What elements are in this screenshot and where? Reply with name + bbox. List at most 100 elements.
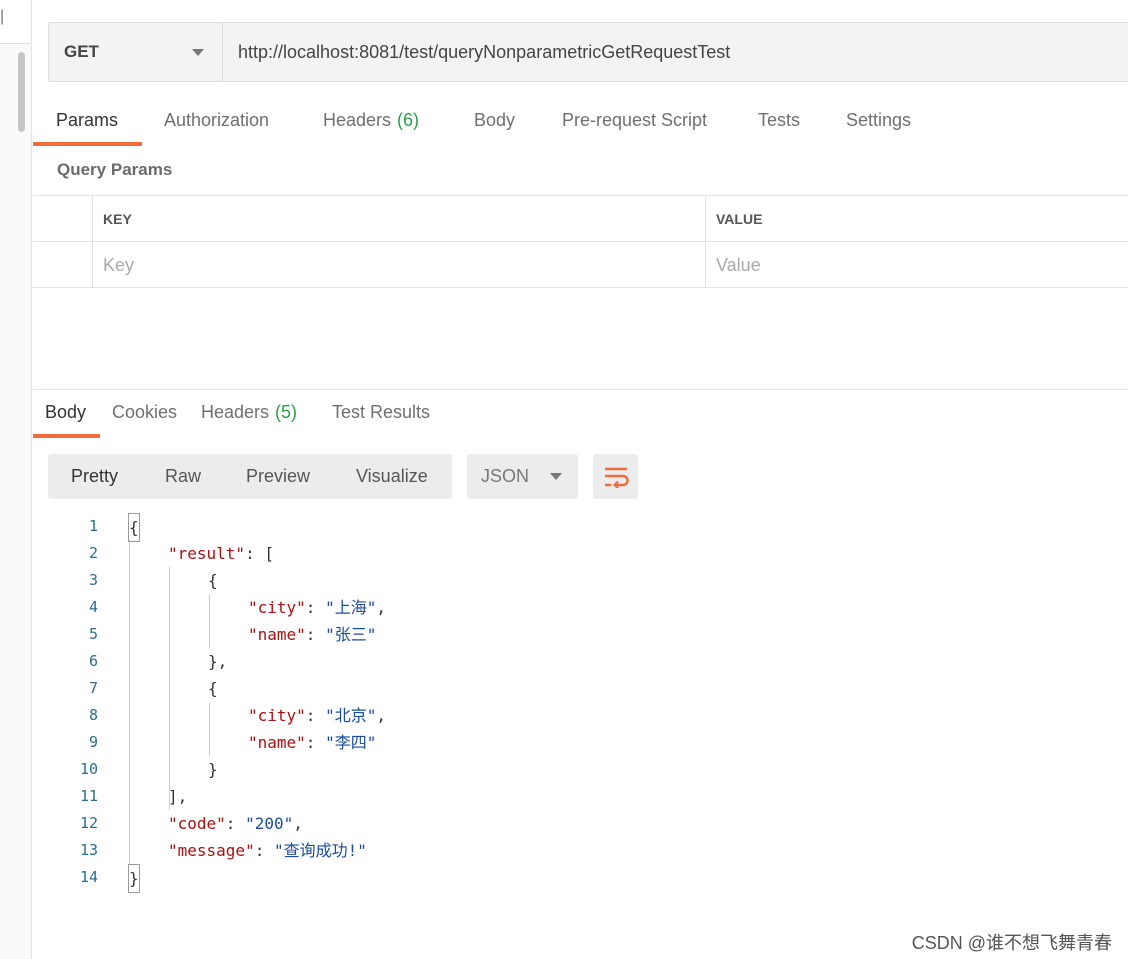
wrap-lines-button[interactable] bbox=[593, 454, 638, 499]
tab-cookies[interactable]: Cookies bbox=[112, 402, 177, 423]
json-key: "result" bbox=[168, 544, 246, 563]
line-number: 12 bbox=[79, 814, 98, 832]
line-number: 4 bbox=[88, 598, 98, 616]
wrap-lines-icon bbox=[604, 467, 629, 488]
tab-body[interactable]: Body bbox=[474, 110, 515, 131]
tab-label: Body bbox=[474, 110, 516, 130]
request-bar: GET http://localhost:8081/test/queryNonp… bbox=[48, 22, 1128, 82]
key-input[interactable]: Key bbox=[93, 242, 706, 288]
tab-label: Cookies bbox=[112, 402, 178, 422]
query-params-table: KEY VALUE Key Value bbox=[33, 195, 1128, 288]
table-row: Key Value bbox=[33, 242, 1128, 288]
method-select[interactable]: GET bbox=[49, 23, 223, 81]
tab-count-badge: (6) bbox=[397, 110, 420, 130]
format-select[interactable]: JSON bbox=[467, 454, 578, 499]
table-header-row: KEY VALUE bbox=[33, 196, 1128, 242]
method-label: GET bbox=[64, 42, 99, 61]
json-string: "北京" bbox=[325, 706, 377, 725]
pane-divider[interactable] bbox=[33, 389, 1128, 390]
tab-label: Settings bbox=[846, 110, 912, 130]
tab-params[interactable]: Params bbox=[56, 110, 118, 131]
value-placeholder: Value bbox=[716, 254, 761, 275]
json-key: "code" bbox=[168, 814, 226, 833]
checkbox-column-header bbox=[33, 196, 93, 242]
code-line: 5 "name": "张三" bbox=[48, 621, 1128, 648]
tab-label: Headers bbox=[201, 402, 270, 422]
code-line: 14} bbox=[48, 864, 1128, 893]
line-number: 14 bbox=[79, 868, 98, 886]
code-line: 2 "result": [ bbox=[48, 540, 1128, 567]
tab-test-results[interactable]: Test Results bbox=[332, 402, 430, 423]
json-key: "message" bbox=[168, 841, 255, 860]
code-token: : bbox=[305, 625, 326, 644]
tab-label: Tests bbox=[758, 110, 801, 130]
value-column-header: VALUE bbox=[706, 196, 1128, 242]
scrollbar-thumb[interactable] bbox=[18, 52, 25, 132]
code-line: 10} bbox=[48, 756, 1128, 783]
code-token: : [ bbox=[245, 544, 274, 563]
json-string: "查询成功!" bbox=[273, 841, 367, 860]
code-token: , bbox=[293, 814, 303, 833]
code-line: 1{ bbox=[48, 513, 1128, 542]
code-token: } bbox=[128, 864, 140, 893]
tab-tests[interactable]: Tests bbox=[758, 110, 800, 131]
code-line: 4 "city": "上海", bbox=[48, 594, 1128, 621]
code-line: 12 "code": "200", bbox=[48, 810, 1128, 837]
code-line: 11], bbox=[48, 783, 1128, 810]
line-number: 3 bbox=[88, 571, 98, 589]
watermark: CSDN @谁不想飞舞青春 bbox=[911, 933, 1112, 953]
line-number: 9 bbox=[88, 733, 98, 751]
code-token: : bbox=[225, 814, 246, 833]
line-number: 13 bbox=[79, 841, 98, 859]
code-line: 9 "name": "李四" bbox=[48, 729, 1128, 756]
tab-settings[interactable]: Settings bbox=[846, 110, 911, 131]
raw-button[interactable]: Raw bbox=[165, 466, 201, 487]
response-tabs: Body Cookies Headers (5) Test Results bbox=[33, 396, 1128, 440]
row-checkbox-cell[interactable] bbox=[33, 242, 93, 288]
response-body-editor[interactable]: 1{ 2 "result": [ 3{ 4 "city": "上海", 5 "name… bbox=[48, 513, 1128, 893]
tab-label: Params bbox=[56, 110, 119, 130]
line-number: 11 bbox=[79, 787, 98, 805]
line-number: 2 bbox=[88, 544, 98, 562]
code-line: 6}, bbox=[48, 648, 1128, 675]
visualize-button[interactable]: Visualize bbox=[356, 466, 428, 487]
tab-response-body[interactable]: Body bbox=[45, 402, 86, 423]
code-token: : bbox=[305, 706, 326, 725]
code-token: : bbox=[305, 733, 326, 752]
json-string: "张三" bbox=[325, 625, 377, 644]
code-line: 3{ bbox=[48, 567, 1128, 594]
code-token: : bbox=[254, 841, 274, 860]
tab-label: Authorization bbox=[164, 110, 270, 130]
url-input[interactable]: http://localhost:8081/test/queryNonparam… bbox=[223, 23, 730, 81]
json-key: "city" bbox=[248, 598, 306, 617]
tab-response-headers[interactable]: Headers (5) bbox=[201, 402, 297, 423]
tab-authorization[interactable]: Authorization bbox=[164, 110, 269, 131]
line-number: 6 bbox=[88, 652, 98, 670]
tab-headers[interactable]: Headers (6) bbox=[323, 110, 419, 131]
key-placeholder: Key bbox=[103, 254, 135, 275]
json-string: "200" bbox=[245, 814, 294, 833]
format-label: JSON bbox=[481, 466, 530, 486]
key-header-label: KEY bbox=[103, 211, 132, 227]
preview-button[interactable]: Preview bbox=[246, 466, 310, 487]
code-token: { bbox=[208, 679, 218, 698]
chevron-down-icon bbox=[550, 473, 562, 480]
value-input[interactable]: Value bbox=[706, 242, 1128, 288]
tab-label: Headers bbox=[323, 110, 392, 130]
code-token: }, bbox=[208, 652, 228, 671]
line-number: 1 bbox=[88, 517, 98, 535]
code-line: 13 "message": "查询成功!" bbox=[48, 837, 1128, 864]
json-key: "name" bbox=[248, 625, 306, 644]
code-token: , bbox=[376, 598, 386, 617]
code-token: , bbox=[376, 706, 386, 725]
query-params-title: Query Params bbox=[57, 160, 173, 179]
tab-count-badge: (5) bbox=[275, 402, 298, 422]
chevron-down-icon bbox=[192, 49, 204, 56]
pretty-button[interactable]: Pretty bbox=[71, 466, 118, 487]
tab-pre-request-script[interactable]: Pre-request Script bbox=[562, 110, 707, 131]
json-string: "上海" bbox=[325, 598, 377, 617]
line-number: 10 bbox=[79, 760, 98, 778]
tab-label: Test Results bbox=[332, 402, 431, 422]
left-panel-edge bbox=[0, 0, 32, 959]
tab-label: Pre-request Script bbox=[562, 110, 708, 130]
